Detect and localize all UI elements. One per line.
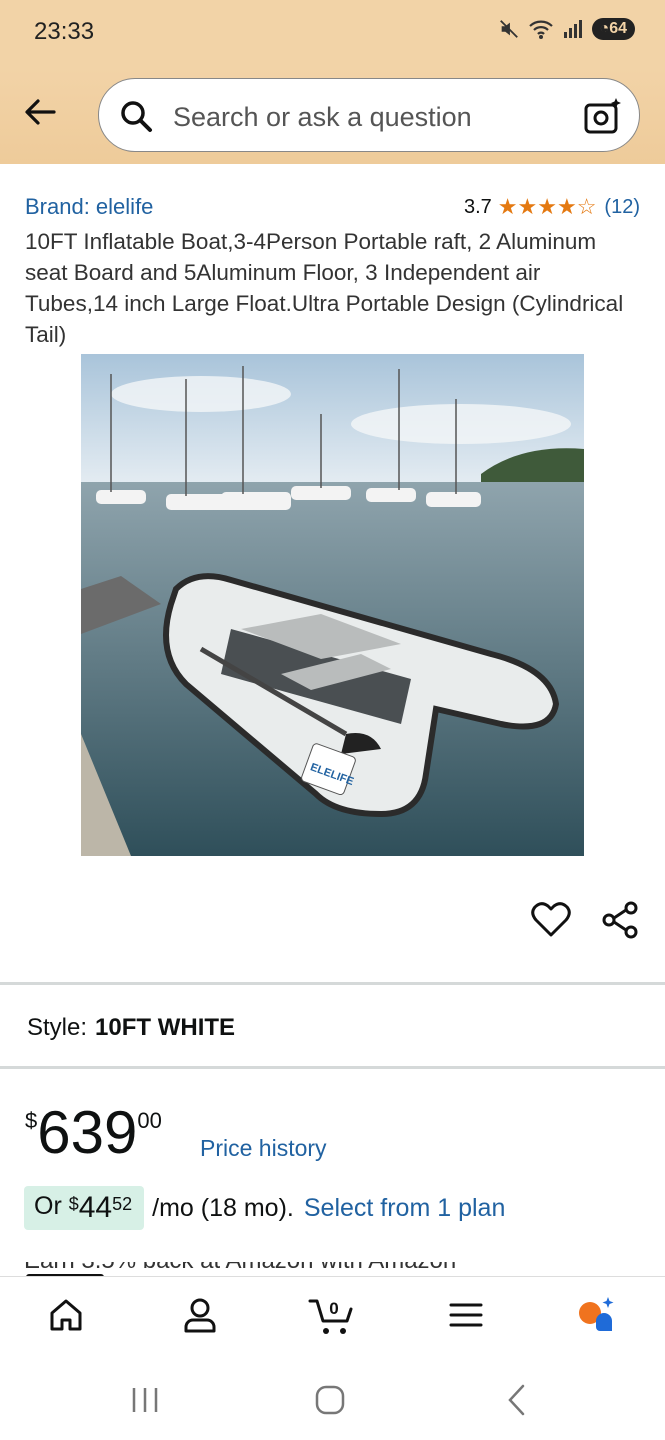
select-plan-link[interactable]: Select from 1 plan xyxy=(304,1194,506,1223)
signal-icon xyxy=(563,20,582,38)
search-icon xyxy=(121,101,152,132)
monthly-whole: 44 xyxy=(78,1191,113,1224)
price-currency: $ xyxy=(25,1108,38,1133)
cart-button[interactable]: 0 xyxy=(308,1295,358,1335)
section-divider xyxy=(0,1066,665,1069)
share-icon[interactable] xyxy=(600,900,640,940)
price: $ 639 00 xyxy=(25,1102,162,1164)
monthly-price-chip: Or $44 52 xyxy=(24,1186,145,1230)
search-bar[interactable] xyxy=(98,78,640,152)
monthly-currency: $ xyxy=(68,1194,79,1214)
status-bar: 23:33 ◔64 xyxy=(0,0,665,68)
system-back-icon[interactable] xyxy=(497,1380,537,1420)
rufus-assistant-icon[interactable] xyxy=(576,1295,616,1335)
home-button-icon[interactable] xyxy=(310,1380,350,1420)
menu-icon[interactable] xyxy=(446,1295,486,1335)
price-history-link[interactable]: Price history xyxy=(200,1135,327,1162)
status-time: 23:33 xyxy=(34,18,95,45)
cart-icon: 0 xyxy=(308,1299,353,1334)
monthly-prefix: Or xyxy=(34,1192,62,1220)
price-fraction: 00 xyxy=(137,1108,162,1133)
style-selector[interactable]: Style: 10FT WHITE xyxy=(27,1014,235,1042)
status-icons: ◔64 xyxy=(498,18,635,40)
bottom-nav: 0 xyxy=(0,1276,665,1357)
recent-apps-icon[interactable] xyxy=(125,1380,165,1420)
section-divider xyxy=(0,982,665,985)
battery-indicator: ◔64 xyxy=(591,18,635,40)
cashback-text-content: Earn 3.5% back at Amazon with Amazon xyxy=(24,1262,456,1274)
search-input[interactable] xyxy=(171,96,565,138)
home-icon[interactable] xyxy=(46,1295,86,1335)
monthly-payment: Or $44 52 /mo (18 mo). Select from 1 plan xyxy=(24,1186,505,1230)
product-image[interactable]: ELELIFE xyxy=(81,354,584,856)
product-title: 10FT Inflatable Boat,3-4Person Portable … xyxy=(25,229,624,347)
wifi-icon xyxy=(528,20,553,39)
monthly-term: /mo (18 mo). xyxy=(152,1193,294,1222)
price-whole: 639 xyxy=(37,1099,138,1166)
mute-icon xyxy=(499,20,518,38)
battery-level: 64 xyxy=(609,20,627,37)
back-arrow-icon[interactable] xyxy=(20,92,60,132)
monthly-fraction: 52 xyxy=(112,1194,133,1214)
rating-value: 3.7 xyxy=(463,195,492,218)
cart-count: 0 xyxy=(329,1299,338,1318)
camera-search-icon[interactable] xyxy=(583,96,623,136)
heart-icon[interactable] xyxy=(530,898,572,940)
rating-summary[interactable]: 3.7 ★★★★☆ (12) xyxy=(464,194,640,220)
system-nav-bar xyxy=(0,1356,665,1440)
rating-stars-icon: ★★★★☆ xyxy=(497,194,597,219)
style-value: 10FT WHITE xyxy=(95,1014,236,1041)
style-label: Style: xyxy=(27,1014,88,1041)
brand-link[interactable]: Brand: elelife xyxy=(25,194,153,220)
account-icon[interactable] xyxy=(180,1295,220,1335)
header xyxy=(0,68,665,164)
review-count[interactable]: (12) xyxy=(604,196,640,219)
cashback-text: Earn 3.5% back at Amazon with Amazon xyxy=(24,1262,624,1276)
